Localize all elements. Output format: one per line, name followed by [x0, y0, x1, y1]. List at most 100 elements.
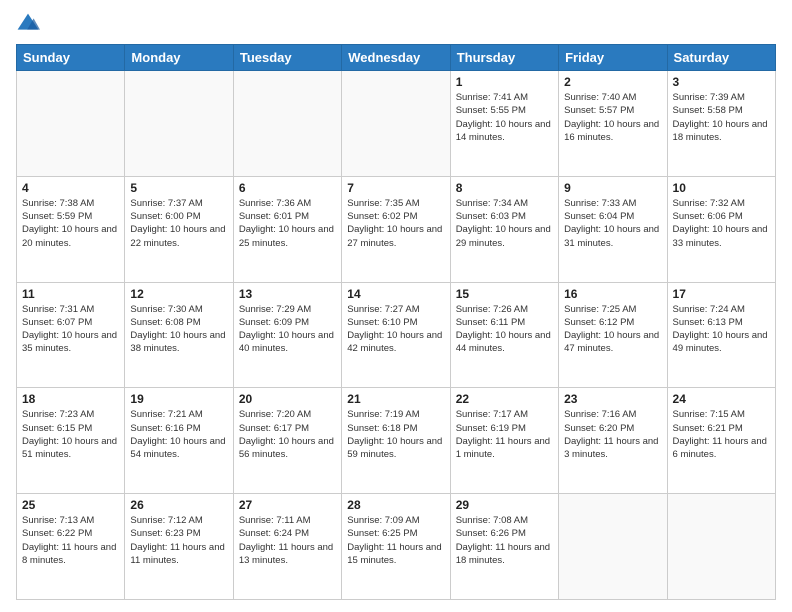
- day-info: Sunrise: 7:38 AM Sunset: 5:59 PM Dayligh…: [22, 197, 119, 250]
- calendar-cell: [17, 71, 125, 177]
- calendar-cell: 17 Sunrise: 7:24 AM Sunset: 6:13 PM Dayli…: [667, 282, 775, 388]
- day-info: Sunrise: 7:25 AM Sunset: 6:12 PM Dayligh…: [564, 303, 661, 356]
- calendar-header-row: Sunday Monday Tuesday Wednesday Thursday…: [17, 45, 776, 71]
- day-info: Sunrise: 7:31 AM Sunset: 6:07 PM Dayligh…: [22, 303, 119, 356]
- col-sunday: Sunday: [17, 45, 125, 71]
- day-number: 4: [22, 181, 119, 195]
- day-number: 18: [22, 392, 119, 406]
- calendar-cell: 2 Sunrise: 7:40 AM Sunset: 5:57 PM Daylig…: [559, 71, 667, 177]
- calendar-cell: 26 Sunrise: 7:12 AM Sunset: 6:23 PM Dayli…: [125, 494, 233, 600]
- day-number: 19: [130, 392, 227, 406]
- day-number: 9: [564, 181, 661, 195]
- day-number: 24: [673, 392, 770, 406]
- day-number: 7: [347, 181, 444, 195]
- day-info: Sunrise: 7:20 AM Sunset: 6:17 PM Dayligh…: [239, 408, 336, 461]
- calendar-cell: 3 Sunrise: 7:39 AM Sunset: 5:58 PM Daylig…: [667, 71, 775, 177]
- calendar-cell: 5 Sunrise: 7:37 AM Sunset: 6:00 PM Daylig…: [125, 176, 233, 282]
- day-info: Sunrise: 7:40 AM Sunset: 5:57 PM Dayligh…: [564, 91, 661, 144]
- calendar-cell: 13 Sunrise: 7:29 AM Sunset: 6:09 PM Dayli…: [233, 282, 341, 388]
- calendar-cell: 19 Sunrise: 7:21 AM Sunset: 6:16 PM Dayli…: [125, 388, 233, 494]
- day-info: Sunrise: 7:16 AM Sunset: 6:20 PM Dayligh…: [564, 408, 661, 461]
- col-wednesday: Wednesday: [342, 45, 450, 71]
- day-number: 1: [456, 75, 553, 89]
- calendar-week-row: 25 Sunrise: 7:13 AM Sunset: 6:22 PM Dayli…: [17, 494, 776, 600]
- day-info: Sunrise: 7:12 AM Sunset: 6:23 PM Dayligh…: [130, 514, 227, 567]
- calendar-cell: [667, 494, 775, 600]
- calendar-cell: 23 Sunrise: 7:16 AM Sunset: 6:20 PM Dayli…: [559, 388, 667, 494]
- day-number: 25: [22, 498, 119, 512]
- calendar-cell: 22 Sunrise: 7:17 AM Sunset: 6:19 PM Dayli…: [450, 388, 558, 494]
- day-info: Sunrise: 7:26 AM Sunset: 6:11 PM Dayligh…: [456, 303, 553, 356]
- calendar-week-row: 1 Sunrise: 7:41 AM Sunset: 5:55 PM Daylig…: [17, 71, 776, 177]
- day-number: 5: [130, 181, 227, 195]
- calendar-cell: [125, 71, 233, 177]
- col-tuesday: Tuesday: [233, 45, 341, 71]
- calendar-cell: 27 Sunrise: 7:11 AM Sunset: 6:24 PM Dayli…: [233, 494, 341, 600]
- day-number: 22: [456, 392, 553, 406]
- day-info: Sunrise: 7:17 AM Sunset: 6:19 PM Dayligh…: [456, 408, 553, 461]
- day-number: 13: [239, 287, 336, 301]
- day-number: 2: [564, 75, 661, 89]
- day-number: 12: [130, 287, 227, 301]
- calendar-cell: 4 Sunrise: 7:38 AM Sunset: 5:59 PM Daylig…: [17, 176, 125, 282]
- calendar-cell: 11Sunrise: 7:31 AM Sunset: 6:07 PM Dayli…: [17, 282, 125, 388]
- day-info: Sunrise: 7:13 AM Sunset: 6:22 PM Dayligh…: [22, 514, 119, 567]
- day-number: 3: [673, 75, 770, 89]
- day-info: Sunrise: 7:32 AM Sunset: 6:06 PM Dayligh…: [673, 197, 770, 250]
- calendar-cell: 6 Sunrise: 7:36 AM Sunset: 6:01 PM Daylig…: [233, 176, 341, 282]
- calendar-cell: 18 Sunrise: 7:23 AM Sunset: 6:15 PM Dayli…: [17, 388, 125, 494]
- day-number: 15: [456, 287, 553, 301]
- day-info: Sunrise: 7:35 AM Sunset: 6:02 PM Dayligh…: [347, 197, 444, 250]
- day-info: Sunrise: 7:34 AM Sunset: 6:03 PM Dayligh…: [456, 197, 553, 250]
- day-info: Sunrise: 7:39 AM Sunset: 5:58 PM Dayligh…: [673, 91, 770, 144]
- day-info: Sunrise: 7:15 AM Sunset: 6:21 PM Dayligh…: [673, 408, 770, 461]
- calendar-cell: [233, 71, 341, 177]
- logo: [16, 12, 44, 36]
- day-info: Sunrise: 7:11 AM Sunset: 6:24 PM Dayligh…: [239, 514, 336, 567]
- day-number: 29: [456, 498, 553, 512]
- day-info: Sunrise: 7:30 AM Sunset: 6:08 PM Dayligh…: [130, 303, 227, 356]
- day-number: 21: [347, 392, 444, 406]
- day-info: Sunrise: 7:29 AM Sunset: 6:09 PM Dayligh…: [239, 303, 336, 356]
- day-info: Sunrise: 7:36 AM Sunset: 6:01 PM Dayligh…: [239, 197, 336, 250]
- day-number: 8: [456, 181, 553, 195]
- calendar-week-row: 18 Sunrise: 7:23 AM Sunset: 6:15 PM Dayli…: [17, 388, 776, 494]
- day-info: Sunrise: 7:08 AM Sunset: 6:26 PM Dayligh…: [456, 514, 553, 567]
- day-number: 6: [239, 181, 336, 195]
- day-info: Sunrise: 7:37 AM Sunset: 6:00 PM Dayligh…: [130, 197, 227, 250]
- day-info: Sunrise: 7:24 AM Sunset: 6:13 PM Dayligh…: [673, 303, 770, 356]
- header: [16, 12, 776, 36]
- calendar-cell: 12 Sunrise: 7:30 AM Sunset: 6:08 PM Dayli…: [125, 282, 233, 388]
- day-info: Sunrise: 7:41 AM Sunset: 5:55 PM Dayligh…: [456, 91, 553, 144]
- calendar-cell: 15 Sunrise: 7:26 AM Sunset: 6:11 PM Dayli…: [450, 282, 558, 388]
- calendar-cell: 9Sunrise: 7:33 AM Sunset: 6:04 PM Daylig…: [559, 176, 667, 282]
- calendar-cell: 7 Sunrise: 7:35 AM Sunset: 6:02 PM Daylig…: [342, 176, 450, 282]
- calendar-cell: 1 Sunrise: 7:41 AM Sunset: 5:55 PM Daylig…: [450, 71, 558, 177]
- col-monday: Monday: [125, 45, 233, 71]
- day-number: 27: [239, 498, 336, 512]
- day-number: 28: [347, 498, 444, 512]
- day-number: 14: [347, 287, 444, 301]
- col-saturday: Saturday: [667, 45, 775, 71]
- day-number: 23: [564, 392, 661, 406]
- calendar-week-row: 11Sunrise: 7:31 AM Sunset: 6:07 PM Dayli…: [17, 282, 776, 388]
- logo-icon: [16, 12, 40, 36]
- day-number: 10: [673, 181, 770, 195]
- calendar-cell: [559, 494, 667, 600]
- day-info: Sunrise: 7:23 AM Sunset: 6:15 PM Dayligh…: [22, 408, 119, 461]
- calendar-cell: 29 Sunrise: 7:08 AM Sunset: 6:26 PM Dayli…: [450, 494, 558, 600]
- calendar-table: Sunday Monday Tuesday Wednesday Thursday…: [16, 44, 776, 600]
- calendar-cell: 14 Sunrise: 7:27 AM Sunset: 6:10 PM Dayli…: [342, 282, 450, 388]
- day-number: 20: [239, 392, 336, 406]
- calendar-cell: 24 Sunrise: 7:15 AM Sunset: 6:21 PM Dayli…: [667, 388, 775, 494]
- day-info: Sunrise: 7:09 AM Sunset: 6:25 PM Dayligh…: [347, 514, 444, 567]
- calendar-cell: [342, 71, 450, 177]
- day-number: 16: [564, 287, 661, 301]
- day-number: 17: [673, 287, 770, 301]
- day-number: 26: [130, 498, 227, 512]
- day-info: Sunrise: 7:21 AM Sunset: 6:16 PM Dayligh…: [130, 408, 227, 461]
- col-friday: Friday: [559, 45, 667, 71]
- calendar-cell: 21Sunrise: 7:19 AM Sunset: 6:18 PM Dayli…: [342, 388, 450, 494]
- calendar-cell: 25 Sunrise: 7:13 AM Sunset: 6:22 PM Dayli…: [17, 494, 125, 600]
- day-info: Sunrise: 7:27 AM Sunset: 6:10 PM Dayligh…: [347, 303, 444, 356]
